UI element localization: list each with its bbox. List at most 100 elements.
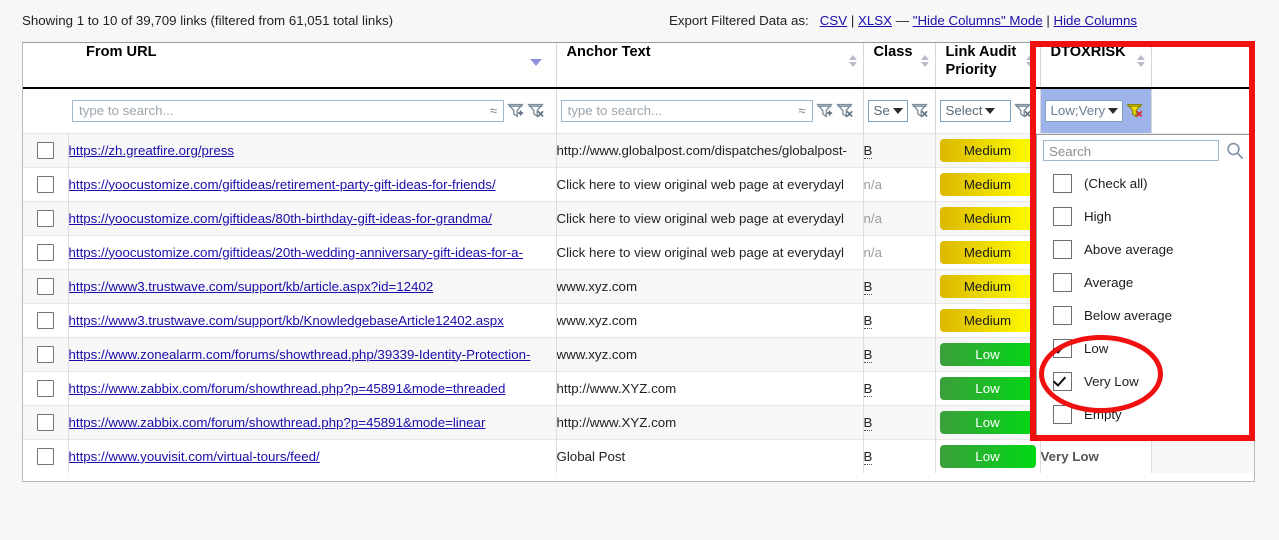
cell-from-url[interactable]: https://www3.trustwave.com/support/kb/Kn…	[68, 302, 557, 337]
sort-arrows-icon[interactable]	[848, 55, 858, 69]
chevron-down-icon[interactable]	[892, 107, 903, 114]
sort-desc-icon[interactable]	[529, 59, 542, 66]
from-url-link[interactable]: https://www.zabbix.com/forum/showthread.…	[69, 415, 486, 430]
dropdown-option-checkbox[interactable]	[1053, 240, 1072, 259]
filter-clear-active-icon[interactable]	[1125, 102, 1143, 119]
hide-columns-mode-link[interactable]: "Hide Columns" Mode	[913, 13, 1043, 28]
row-checkbox[interactable]	[36, 209, 54, 227]
cell-class: n/a	[863, 166, 936, 201]
approx-match-symbol[interactable]: ≈	[490, 101, 497, 121]
from-url-link[interactable]: https://yoocustomize.com/giftideas/retir…	[69, 177, 496, 192]
export-xlsx-link[interactable]: XLSX	[858, 13, 892, 28]
dropdown-option[interactable]: Above average	[1037, 233, 1251, 266]
cell-anchor-text: Click here to view original web page at …	[556, 234, 864, 269]
row-checkbox[interactable]	[36, 379, 54, 397]
cell-from-url[interactable]: https://www.zabbix.com/forum/showthread.…	[68, 370, 557, 405]
filter-add-icon[interactable]	[815, 102, 833, 119]
row-select-cell[interactable]	[23, 234, 69, 269]
cell-from-url[interactable]: https://yoocustomize.com/giftideas/retir…	[68, 166, 557, 201]
row-checkbox[interactable]	[36, 243, 54, 261]
row-select-cell[interactable]	[23, 336, 69, 371]
table-row[interactable]: https://www.youvisit.com/virtual-tours/f…	[23, 438, 1254, 473]
row-select-cell[interactable]	[23, 200, 69, 235]
from-url-link[interactable]: https://zh.greatfire.org/press	[69, 143, 235, 158]
from-url-link[interactable]: https://www3.trustwave.com/support/kb/ar…	[69, 279, 434, 294]
dropdown-option[interactable]: Low	[1037, 332, 1251, 365]
from-url-link[interactable]: https://yoocustomize.com/giftideas/20th-…	[69, 245, 524, 260]
filter-clear-icon[interactable]	[527, 102, 544, 119]
from-url-link[interactable]: https://www.zonealarm.com/forums/showthr…	[69, 347, 531, 362]
hide-columns-link[interactable]: Hide Columns	[1054, 13, 1138, 28]
cell-from-url[interactable]: https://www.youvisit.com/virtual-tours/f…	[68, 438, 557, 473]
priority-badge: Low	[939, 342, 1036, 366]
row-select-cell[interactable]	[23, 302, 69, 337]
priority-filter-select[interactable]: Select	[939, 99, 1011, 122]
row-select-cell[interactable]	[23, 370, 69, 405]
from-url-link[interactable]: https://yoocustomize.com/giftideas/80th-…	[69, 211, 492, 226]
dropdown-option[interactable]: Very Low	[1037, 365, 1251, 398]
class-filter-select[interactable]: Se	[867, 99, 908, 122]
header-cell-anchor-text[interactable]: Anchor Text	[556, 43, 864, 87]
header-cell-from-url[interactable]: From URL	[68, 43, 557, 87]
approx-match-symbol[interactable]: ≈	[798, 101, 805, 121]
anchor-text-search-input[interactable]: type to search... ≈	[560, 99, 813, 122]
dropdown-option-checkbox[interactable]	[1053, 207, 1072, 226]
row-select-cell[interactable]	[23, 438, 69, 473]
filter-add-icon[interactable]	[507, 102, 524, 119]
cell-from-url[interactable]: https://zh.greatfire.org/press	[68, 132, 557, 167]
dtoxrisk-filter-dropdown[interactable]: Search (Check all) High Above average Avera…	[1036, 134, 1252, 436]
row-checkbox[interactable]	[36, 413, 54, 431]
row-checkbox[interactable]	[36, 311, 54, 329]
cell-from-url[interactable]: https://yoocustomize.com/giftideas/80th-…	[68, 200, 557, 235]
row-checkbox[interactable]	[36, 141, 54, 159]
row-select-cell[interactable]	[23, 404, 69, 439]
filter-clear-icon[interactable]	[910, 102, 928, 119]
row-checkbox[interactable]	[36, 175, 54, 193]
filter-clear-icon[interactable]	[1013, 102, 1031, 119]
sort-arrows-icon[interactable]	[1025, 55, 1035, 69]
from-url-search-input[interactable]: type to search... ≈	[72, 99, 504, 122]
dropdown-option[interactable]: Average	[1037, 266, 1251, 299]
dropdown-option[interactable]: Below average	[1037, 299, 1251, 332]
dropdown-option-checkbox[interactable]	[1053, 405, 1072, 424]
from-url-link[interactable]: https://www.zabbix.com/forum/showthread.…	[69, 381, 506, 396]
class-value: B	[863, 380, 873, 397]
export-csv-link[interactable]: CSV	[820, 13, 847, 28]
dropdown-option[interactable]: Empty	[1037, 398, 1251, 431]
row-checkbox[interactable]	[36, 277, 54, 295]
row-select-cell[interactable]	[23, 166, 69, 201]
filter-clear-icon[interactable]	[835, 102, 853, 119]
header-cell-dtoxrisk[interactable]: DTOXRISK	[1040, 43, 1152, 87]
dropdown-search-input[interactable]: Search	[1043, 140, 1219, 161]
header-cell-link-audit-priority[interactable]: Link Audit Priority	[935, 43, 1041, 87]
cell-from-url[interactable]: https://www3.trustwave.com/support/kb/ar…	[68, 268, 557, 303]
dropdown-option-label: Low	[1084, 341, 1109, 356]
chevron-down-icon[interactable]	[1108, 107, 1119, 114]
dropdown-option-checkbox[interactable]	[1053, 339, 1072, 358]
header-cell-class[interactable]: Class	[863, 43, 936, 87]
dropdown-option-checkbox[interactable]	[1053, 372, 1072, 391]
cell-from-url[interactable]: https://www.zonealarm.com/forums/showthr…	[68, 336, 557, 371]
dtoxrisk-filter-select[interactable]: Low;Very	[1044, 99, 1123, 122]
dropdown-option-checkbox[interactable]	[1053, 174, 1072, 193]
class-value: n/a	[863, 244, 883, 260]
cell-from-url[interactable]: https://yoocustomize.com/giftideas/20th-…	[68, 234, 557, 269]
row-select-cell[interactable]	[23, 132, 69, 167]
dropdown-option[interactable]: High	[1037, 200, 1251, 233]
from-url-link[interactable]: https://www.youvisit.com/virtual-tours/f…	[69, 449, 320, 464]
row-checkbox[interactable]	[36, 345, 54, 363]
dropdown-option[interactable]: (Check all)	[1037, 167, 1251, 200]
search-icon[interactable]	[1225, 141, 1245, 161]
priority-badge: Medium	[939, 240, 1036, 264]
cell-from-url[interactable]: https://www.zabbix.com/forum/showthread.…	[68, 404, 557, 439]
dropdown-option-checkbox[interactable]	[1053, 273, 1072, 292]
chevron-down-icon[interactable]	[985, 107, 996, 114]
dropdown-option-checkbox[interactable]	[1053, 306, 1072, 325]
row-select-cell[interactable]	[23, 268, 69, 303]
row-checkbox[interactable]	[36, 447, 54, 465]
sort-arrows-icon[interactable]	[920, 55, 930, 69]
sort-arrows-icon[interactable]	[1136, 55, 1146, 69]
from-url-link[interactable]: https://www3.trustwave.com/support/kb/Kn…	[69, 313, 504, 328]
priority-badge: Medium	[939, 138, 1036, 162]
filter-cell-class: Se	[863, 89, 936, 133]
